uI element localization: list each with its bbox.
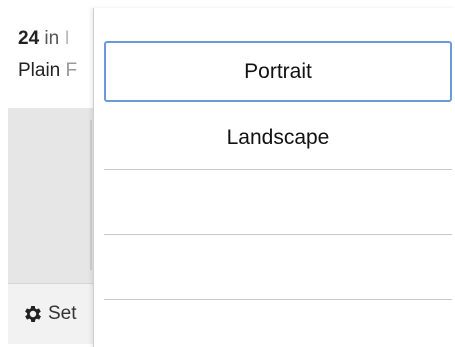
paper-type-value: Plain bbox=[18, 60, 61, 81]
paper-type-text: Plain F bbox=[18, 60, 77, 82]
background-divider bbox=[90, 120, 92, 270]
printer-screen: 24 in I Plain F Set Portrait Landscape bbox=[0, 0, 455, 347]
paper-type-cut: F bbox=[65, 60, 78, 81]
option-empty-3[interactable] bbox=[104, 170, 452, 230]
menu-separator bbox=[104, 299, 452, 300]
paper-size-cut: I bbox=[64, 28, 70, 49]
settings-label: Set bbox=[48, 303, 77, 324]
paper-size-text: 24 in I bbox=[18, 28, 70, 50]
option-landscape-label: Landscape bbox=[226, 126, 330, 149]
gear-icon bbox=[25, 306, 41, 322]
paper-size-unit: in bbox=[44, 28, 60, 49]
paper-size-value: 24 bbox=[18, 28, 40, 49]
option-empty-4[interactable] bbox=[104, 235, 452, 295]
option-portrait[interactable]: Portrait bbox=[104, 41, 452, 102]
option-portrait-label: Portrait bbox=[244, 59, 312, 83]
orientation-menu: Portrait Landscape bbox=[93, 8, 455, 347]
settings-button[interactable]: Set bbox=[22, 303, 77, 325]
option-landscape[interactable]: Landscape bbox=[104, 108, 452, 168]
